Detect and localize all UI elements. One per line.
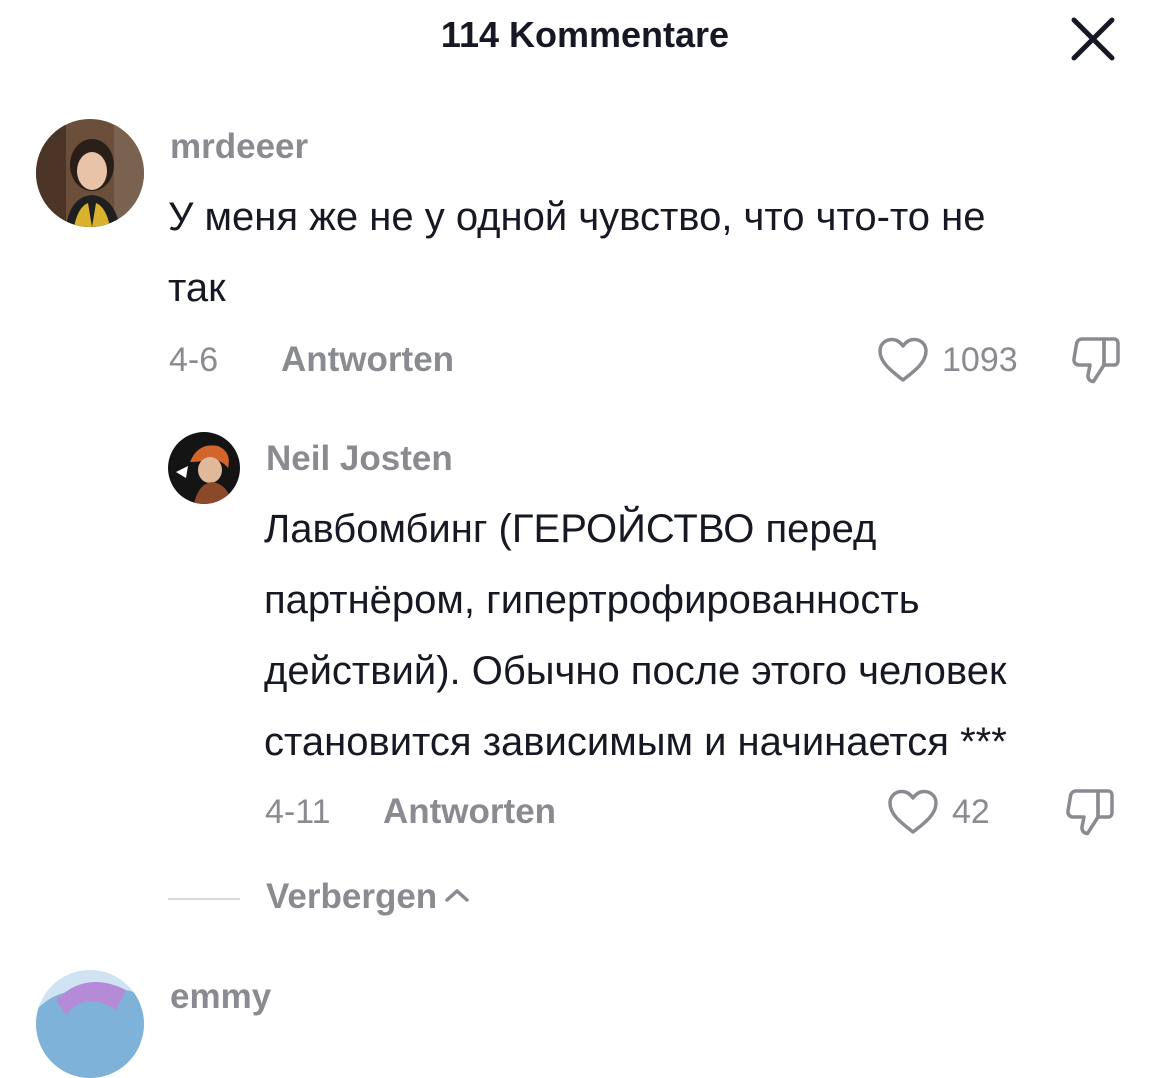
reply-text-line: действий). Обычно после этого человек: [264, 649, 1007, 693]
like-button[interactable]: [886, 788, 940, 841]
replies-divider-line: [168, 898, 240, 900]
next-comment-username[interactable]: emmy: [170, 977, 271, 1017]
reply-button[interactable]: Antworten: [383, 792, 556, 832]
hide-replies-button[interactable]: Verbergen: [266, 877, 471, 917]
comment-text-line: так: [168, 266, 226, 310]
reply-text-line: становится зависимым и начинается ***: [264, 720, 1007, 764]
comments-count-title: 114 Kommentare: [440, 14, 730, 55]
close-icon: [1071, 17, 1115, 61]
dislike-button[interactable]: [1070, 335, 1124, 390]
hide-replies-label: Verbergen: [266, 877, 438, 916]
thumbs-down-icon: [1066, 789, 1114, 836]
thumbs-down-icon: [1072, 337, 1120, 384]
comments-header: 114 Kommentare: [0, 0, 1170, 72]
avatar-emmy[interactable]: [36, 970, 144, 1078]
comment-text: У меня же не у одной чувство, что что-то…: [168, 182, 1148, 324]
comment-username[interactable]: mrdeeer: [170, 127, 308, 167]
reply-button[interactable]: Antworten: [281, 340, 454, 380]
avatar-mrdeeer[interactable]: [36, 119, 144, 227]
reply-text-line: партнёром, гипертрофированность: [264, 578, 920, 622]
comment-date: 4-6: [169, 341, 219, 379]
heart-icon: [878, 337, 928, 382]
reply-text-line: Лавбомбинг (ГЕРОЙСТВО перед: [264, 507, 877, 551]
reply-username[interactable]: Neil Josten: [266, 439, 453, 479]
user-avatar-image: [36, 119, 144, 227]
heart-icon: [888, 789, 938, 834]
reply-date: 4-11: [265, 793, 331, 831]
close-button[interactable]: [1066, 12, 1120, 66]
like-count: 1093: [942, 341, 1018, 379]
like-count: 42: [952, 793, 990, 831]
like-button[interactable]: [876, 336, 930, 389]
chevron-up-icon: [445, 889, 469, 902]
comment-text-line: У меня же не у одной чувство, что что-то…: [168, 195, 986, 239]
user-avatar-image: [168, 432, 240, 504]
reply-text: Лавбомбинг (ГЕРОЙСТВО перед партнёром, г…: [264, 494, 1154, 778]
user-avatar-image: [36, 970, 144, 1078]
avatar-neil-josten[interactable]: [168, 432, 240, 504]
dislike-button[interactable]: [1064, 787, 1118, 842]
